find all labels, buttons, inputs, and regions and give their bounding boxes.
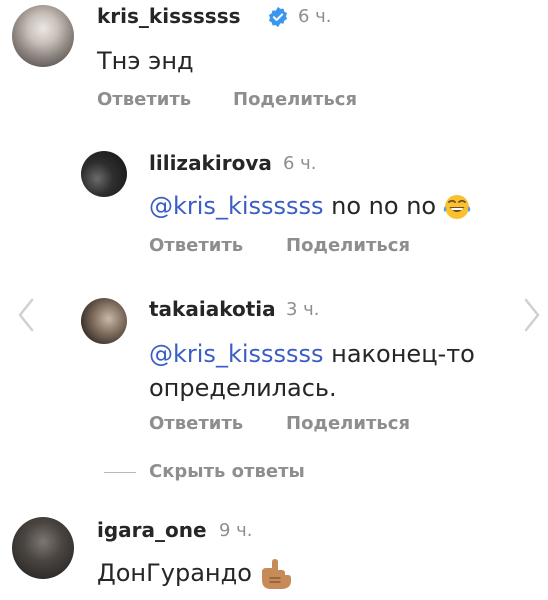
comment-username[interactable]: lilizakirova [149,151,272,175]
hide-replies-divider [104,472,136,473]
comment-text: @kris_kissssss наконец-то [149,337,475,371]
comment-text-body: наконец-то [323,340,475,368]
reply-button[interactable]: Ответить [149,413,243,434]
chevron-right-icon[interactable] [522,298,542,332]
comment-time: 9 ч. [219,520,253,541]
verified-badge-icon [268,6,288,28]
comment-time: 6 ч. [298,6,332,27]
call-me-hand-emoji [261,559,291,589]
comment-username[interactable]: kris_kissssss [97,4,241,28]
comment-username[interactable]: takaiakotia [149,297,276,321]
mention-link[interactable]: @kris_kissssss [149,340,324,368]
avatar-igara[interactable] [12,517,74,579]
comment-time: 6 ч. [283,153,317,174]
avatar-lilizakirova[interactable] [81,151,127,197]
comment-text-body: no no no [323,192,437,220]
comment-text: ДонГурандо [97,556,292,590]
hide-replies-button[interactable]: Скрыть ответы [149,461,305,482]
comment-text: @kris_kissssss no no no [149,189,472,223]
comment-text: Тнэ энд [97,47,194,75]
comment-username[interactable]: igara_one [97,518,207,542]
tears-of-joy-emoji [443,195,471,219]
comment-text-body: ДонГурандо [97,559,252,587]
share-button[interactable]: Поделиться [286,235,410,256]
avatar-takaiakotia[interactable] [81,298,127,344]
comment-time: 3 ч. [286,299,320,320]
comment-text-line: определилась. [149,374,337,402]
share-button[interactable]: Поделиться [233,89,357,110]
avatar-kris[interactable] [12,5,74,67]
reply-button[interactable]: Ответить [149,235,243,256]
chevron-left-icon[interactable] [16,298,36,332]
mention-link[interactable]: @kris_kissssss [149,192,324,220]
share-button[interactable]: Поделиться [286,413,410,434]
reply-button[interactable]: Ответить [97,89,191,110]
